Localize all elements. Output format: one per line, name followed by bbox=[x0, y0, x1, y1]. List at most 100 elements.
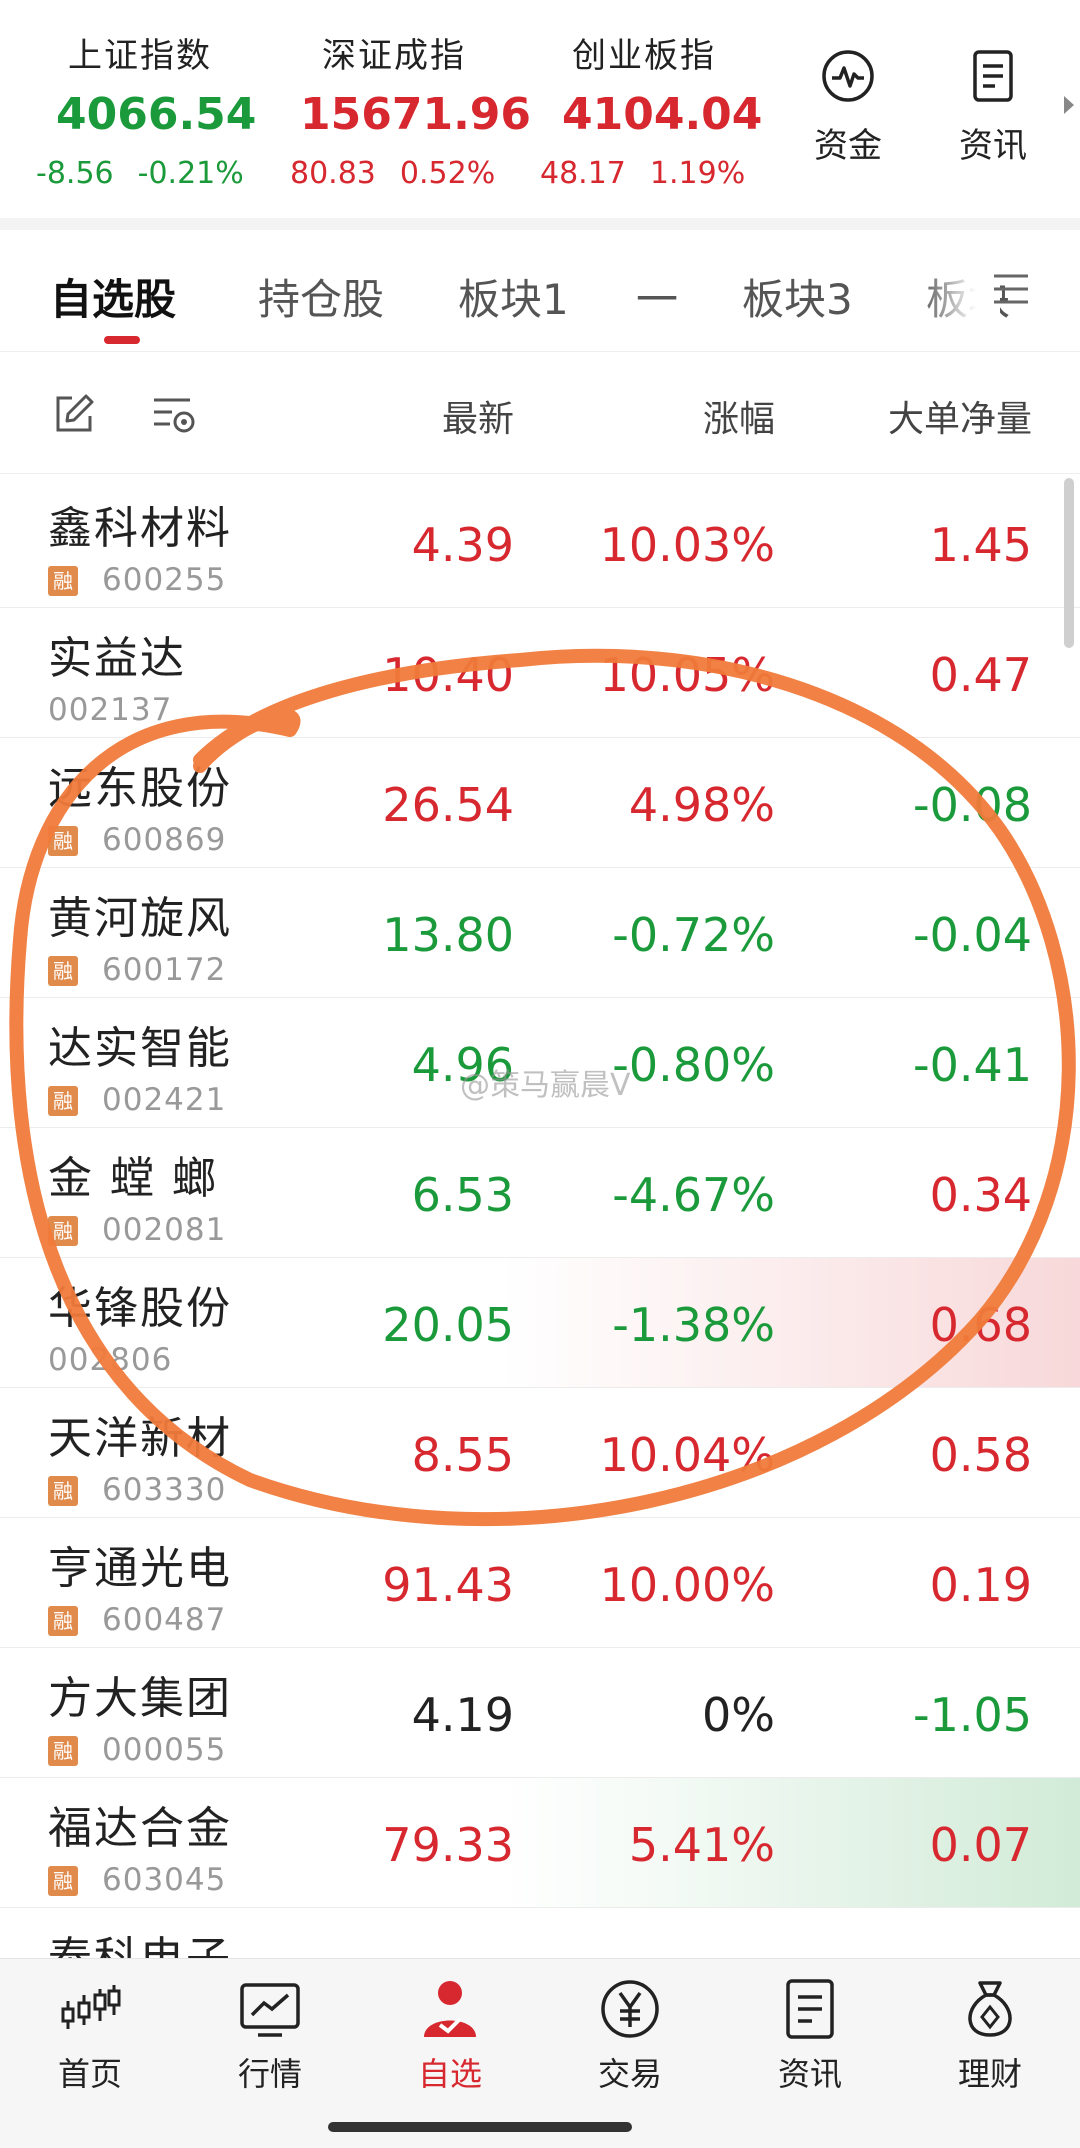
index-change-pct: 1.19% bbox=[649, 156, 746, 191]
stock-code: 600869 bbox=[102, 822, 227, 858]
change-percent: -0.80% bbox=[612, 1038, 775, 1092]
tab-watchlist[interactable]: 自选股 bbox=[50, 266, 176, 327]
stock-name: 金 螳 螂 bbox=[48, 1153, 218, 1204]
tab-fade bbox=[920, 230, 1000, 350]
stock-row[interactable]: 福达合金融 603045 79.33 5.41% 0.07 bbox=[0, 1778, 1080, 1908]
stock-code: 603330 bbox=[102, 1472, 227, 1508]
index-sh[interactable]: 上证指数 4066.54 -8.56 -0.21% bbox=[36, 28, 256, 191]
stock-row[interactable]: 金 螳 螂融 002081 6.53 -4.67% 0.34 bbox=[0, 1128, 1080, 1258]
change-percent: 10.05% bbox=[599, 648, 775, 702]
column-net-volume[interactable]: 大单净量 bbox=[888, 390, 1032, 442]
nav-market[interactable]: 行情 bbox=[210, 1977, 330, 2095]
latest-price: 91.43 bbox=[382, 1558, 514, 1612]
net-volume: -0.41 bbox=[912, 1038, 1032, 1092]
latest-price: 4.19 bbox=[411, 1688, 514, 1742]
tab-sector-3[interactable]: 板块3 bbox=[742, 266, 853, 327]
stock-name: 天洋新材 bbox=[48, 1413, 232, 1464]
change-percent: -0.72% bbox=[612, 908, 775, 962]
stock-code: 002421 bbox=[102, 1082, 227, 1118]
change-percent: -4.67% bbox=[612, 1168, 775, 1222]
tab-sector-2[interactable]: 一 bbox=[636, 266, 678, 327]
index-sz[interactable]: 深证成指 15671.96 80.83 0.52% bbox=[290, 28, 531, 191]
change-percent: 4.98% bbox=[628, 778, 775, 832]
news-icon bbox=[778, 1977, 842, 2041]
column-change[interactable]: 涨幅 bbox=[703, 390, 775, 442]
tab-holdings[interactable]: 持仓股 bbox=[258, 266, 384, 327]
net-volume: 0.58 bbox=[929, 1428, 1032, 1482]
active-tab-indicator bbox=[104, 336, 140, 344]
stock-row[interactable]: 华锋股份 002806 20.05 -1.38% 0.68 bbox=[0, 1258, 1080, 1388]
nav-label: 交易 bbox=[597, 2055, 662, 2093]
latest-price: 26.54 bbox=[382, 778, 514, 832]
index-bar: 上证指数 4066.54 -8.56 -0.21% 深证成指 15671.96 8… bbox=[0, 0, 1080, 218]
nav-label: 自选 bbox=[417, 2055, 482, 2093]
stock-row[interactable]: 天洋新材融 603330 8.55 10.04% 0.58 bbox=[0, 1388, 1080, 1518]
stock-list: 鑫科材料融 600255 4.39 10.03% 1.45 实益达 002137 10.40 1… bbox=[0, 474, 1080, 1958]
stock-name: 达实智能 bbox=[48, 1023, 232, 1074]
latest-price: 79.33 bbox=[382, 1818, 514, 1872]
change-percent: -1.38% bbox=[612, 1298, 775, 1352]
expand-arrow-icon[interactable] bbox=[1064, 96, 1074, 114]
candlestick-icon bbox=[58, 1977, 122, 2041]
latest-price: 13.80 bbox=[382, 908, 514, 962]
index-change: 48.17 1.19% bbox=[540, 156, 762, 191]
net-volume: 0.47 bbox=[929, 648, 1032, 702]
user-check-icon bbox=[418, 1977, 482, 2041]
menu-icon[interactable] bbox=[990, 268, 1032, 310]
pulse-icon bbox=[820, 48, 876, 104]
nav-home[interactable]: 首页 bbox=[30, 1977, 150, 2095]
index-change-points: -8.56 bbox=[36, 156, 114, 191]
funds-button[interactable]: 资金 bbox=[793, 48, 903, 167]
stock-row[interactable]: 远东股份融 600869 26.54 4.98% -0.08 bbox=[0, 738, 1080, 868]
chart-monitor-icon bbox=[238, 1977, 302, 2041]
index-name: 上证指数 bbox=[68, 36, 212, 76]
net-volume: 0.34 bbox=[929, 1168, 1032, 1222]
index-cyb[interactable]: 创业板指 4104.04 48.17 1.19% bbox=[540, 28, 762, 191]
change-percent: 10.03% bbox=[599, 518, 775, 572]
stock-name: 方大集团 bbox=[48, 1673, 232, 1724]
stock-row[interactable]: 亨通光电融 600487 91.43 10.00% 0.19 bbox=[0, 1518, 1080, 1648]
index-value: 15671.96 bbox=[300, 89, 532, 140]
edit-icon[interactable] bbox=[50, 390, 98, 438]
index-change-pct: -0.21% bbox=[137, 156, 244, 191]
stock-name: 鑫科材料 bbox=[48, 503, 232, 554]
filter-settings-icon[interactable] bbox=[150, 390, 198, 438]
margin-badge: 融 bbox=[48, 566, 78, 596]
nav-watchlist[interactable]: 自选 bbox=[390, 1977, 510, 2095]
index-change: -8.56 -0.21% bbox=[36, 156, 256, 191]
latest-price: 8.55 bbox=[411, 1428, 514, 1482]
stock-row[interactable]: 实益达 002137 10.40 10.05% 0.47 bbox=[0, 608, 1080, 738]
funds-label: 资金 bbox=[814, 126, 882, 166]
stock-name: 实益达 bbox=[48, 633, 186, 684]
scrollbar[interactable] bbox=[1064, 478, 1074, 648]
document-icon bbox=[965, 48, 1021, 104]
latest-price: 20.05 bbox=[382, 1298, 514, 1352]
index-change-pct: 0.52% bbox=[399, 156, 496, 191]
nav-trade[interactable]: 交易 bbox=[570, 1977, 690, 2095]
net-volume: 1.45 bbox=[929, 518, 1032, 572]
stock-name: 亨通光电 bbox=[48, 1543, 232, 1594]
net-volume: -0.04 bbox=[912, 908, 1032, 962]
news-button[interactable]: 资讯 bbox=[938, 48, 1048, 167]
index-name: 创业板指 bbox=[572, 36, 716, 76]
stock-row[interactable]: 鑫科材料融 600255 4.39 10.03% 1.45 bbox=[0, 478, 1080, 608]
net-volume: 0.19 bbox=[929, 1558, 1032, 1612]
nav-wealth[interactable]: 理财 bbox=[930, 1977, 1050, 2095]
index-name: 深证成指 bbox=[322, 36, 466, 76]
stock-code: 002806 bbox=[48, 1342, 173, 1378]
stock-row[interactable]: 泰科电子 bbox=[0, 1908, 1080, 1958]
net-volume: -1.05 bbox=[912, 1688, 1032, 1742]
nav-label: 资讯 bbox=[777, 2055, 842, 2093]
stock-row[interactable]: 方大集团融 000055 4.19 0% -1.05 bbox=[0, 1648, 1080, 1778]
nav-news[interactable]: 资讯 bbox=[750, 1977, 870, 2095]
stock-row[interactable]: 黄河旋风融 600172 13.80 -0.72% -0.04 bbox=[0, 868, 1080, 998]
tab-sector-1[interactable]: 板块1 bbox=[458, 266, 569, 327]
index-value: 4066.54 bbox=[56, 89, 257, 140]
money-bag-icon bbox=[958, 1977, 1022, 2041]
column-latest[interactable]: 最新 bbox=[442, 390, 514, 442]
watermark: @策马赢晨V bbox=[460, 1068, 631, 1103]
stock-code: 600172 bbox=[102, 952, 227, 988]
home-indicator[interactable] bbox=[328, 2122, 632, 2132]
nav-label: 理财 bbox=[957, 2055, 1022, 2093]
index-change: 80.83 0.52% bbox=[290, 156, 531, 191]
